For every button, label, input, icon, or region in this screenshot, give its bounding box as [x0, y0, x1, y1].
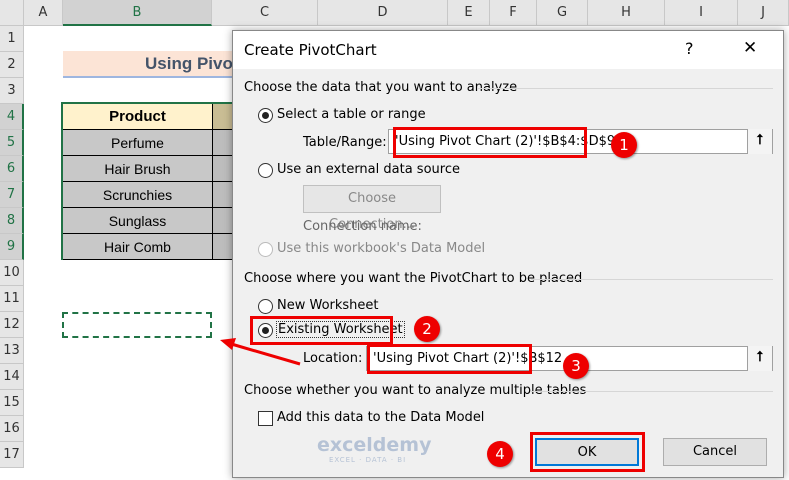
- row-header[interactable]: 5: [0, 130, 24, 156]
- divider: [531, 391, 773, 392]
- select-all-corner[interactable]: [0, 0, 24, 26]
- annotation-box-4: [530, 432, 645, 472]
- table-header-product[interactable]: Product: [63, 104, 212, 130]
- row-header[interactable]: 14: [0, 364, 24, 390]
- cancel-button[interactable]: Cancel: [663, 438, 767, 466]
- dialog-title: Create PivotChart: [233, 31, 783, 69]
- help-button[interactable]: ?: [685, 39, 694, 58]
- row-header[interactable]: 8: [0, 208, 24, 234]
- radio-data-model[interactable]: [258, 242, 273, 257]
- col-header-h[interactable]: H: [588, 0, 665, 26]
- table-cell[interactable]: [212, 130, 234, 156]
- col-header-c[interactable]: C: [212, 0, 318, 26]
- table-cell[interactable]: [212, 234, 234, 260]
- col-header-g[interactable]: G: [537, 0, 588, 26]
- table-cell-product[interactable]: Sunglass: [63, 208, 212, 234]
- table-cell[interactable]: [212, 182, 234, 208]
- exceldemy-watermark: exceldemy EXCEL · DATA · BI: [289, 434, 432, 469]
- row-header[interactable]: 7: [0, 182, 24, 208]
- table-cell-product[interactable]: Scrunchies: [63, 182, 212, 208]
- col-header-f[interactable]: F: [490, 0, 537, 26]
- row-header[interactable]: 11: [0, 286, 24, 312]
- table-cell-product[interactable]: Hair Comb: [63, 234, 212, 260]
- choose-connection-button[interactable]: Choose Connection...: [303, 185, 441, 232]
- annotation-badge-3: 3: [563, 353, 589, 379]
- marching-ants-selection-b12[interactable]: [62, 312, 212, 338]
- row-header[interactable]: 4: [0, 104, 24, 130]
- annotation-badge-4: 4: [487, 441, 513, 467]
- annotation-box-1: [393, 127, 587, 158]
- table-cell-product[interactable]: Hair Brush: [63, 156, 212, 182]
- close-icon[interactable]: ✕: [743, 38, 757, 58]
- col-header-d[interactable]: D: [318, 0, 448, 26]
- table-cell[interactable]: [212, 156, 234, 182]
- radio-external-source-label[interactable]: Use an external data source: [277, 162, 460, 177]
- row-header[interactable]: 3: [0, 78, 24, 104]
- annotation-badge-2: 2: [414, 316, 440, 342]
- arrow-line: [227, 341, 301, 366]
- radio-select-range-label[interactable]: Select a table or range: [277, 107, 426, 122]
- annotation-box-3: [367, 344, 532, 374]
- create-pivotchart-dialog: Create PivotChart ? ✕ Choose the data th…: [232, 30, 784, 478]
- row-header[interactable]: 10: [0, 260, 24, 286]
- row-header[interactable]: 2: [0, 52, 24, 78]
- watermark-tagline: EXCEL · DATA · BI: [329, 456, 407, 464]
- row-header[interactable]: 15: [0, 390, 24, 416]
- section-choose-data: Choose the data that you want to analyze: [244, 80, 518, 95]
- row-header[interactable]: 16: [0, 416, 24, 442]
- row-header[interactable]: 17: [0, 442, 24, 468]
- divider: [531, 279, 773, 280]
- watermark-name: exceldemy: [317, 434, 432, 456]
- row-header[interactable]: 6: [0, 156, 24, 182]
- annotation-arrow: [220, 338, 301, 366]
- radio-new-worksheet[interactable]: [258, 299, 273, 314]
- table-header-cell[interactable]: [212, 104, 234, 130]
- arrow-head: [220, 338, 236, 350]
- add-data-model-checkbox[interactable]: [258, 411, 273, 426]
- row-header[interactable]: 12: [0, 312, 24, 338]
- row-header[interactable]: 1: [0, 26, 24, 52]
- table-cell[interactable]: [212, 208, 234, 234]
- col-header-j[interactable]: J: [738, 0, 789, 26]
- radio-data-model-label[interactable]: Use this workbook's Data Model: [277, 241, 485, 256]
- annotation-badge-1: 1: [611, 132, 637, 158]
- radio-select-range[interactable]: [258, 108, 273, 123]
- add-data-model-label[interactable]: Add this data to the Data Model: [277, 410, 484, 425]
- row-header[interactable]: 13: [0, 338, 24, 364]
- col-header-b[interactable]: B: [63, 0, 212, 26]
- radio-new-worksheet-label[interactable]: New Worksheet: [277, 298, 379, 313]
- radio-external-source[interactable]: [258, 163, 273, 178]
- connection-name-label: Connection name:: [303, 219, 422, 234]
- collapse-location-icon[interactable]: ⭡: [747, 346, 772, 371]
- col-header-a[interactable]: A: [24, 0, 63, 26]
- row-header[interactable]: 9: [0, 234, 24, 260]
- sheet-title-cell[interactable]: Using Pivot Chart: [63, 51, 243, 78]
- col-header-e[interactable]: E: [448, 0, 490, 26]
- col-header-i[interactable]: I: [665, 0, 738, 26]
- location-label: Location:: [303, 351, 363, 366]
- table-range-label: Table/Range:: [303, 135, 387, 150]
- table-cell-product[interactable]: Perfume: [63, 130, 212, 156]
- divider: [478, 88, 773, 89]
- collapse-range-icon[interactable]: ⭡: [747, 129, 772, 154]
